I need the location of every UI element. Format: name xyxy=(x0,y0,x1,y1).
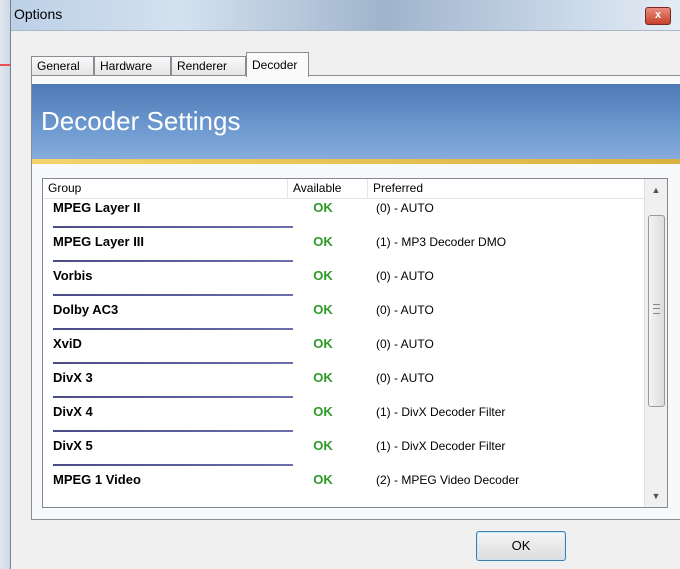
row-group: MPEG Layer III xyxy=(53,234,145,249)
scroll-down-icon[interactable]: ▼ xyxy=(645,487,667,505)
banner-accent-stripe xyxy=(32,159,680,164)
tab-general[interactable]: General xyxy=(31,56,94,76)
options-window: Options x General Hardware Renderer Deco… xyxy=(10,0,680,569)
row-preferred: (1) - DivX Decoder Filter xyxy=(376,405,506,419)
row-divider xyxy=(53,294,293,296)
column-header-available[interactable]: Available xyxy=(288,179,368,198)
row-preferred: (2) - MPEG Video Decoder xyxy=(376,473,520,487)
tab-hardware[interactable]: Hardware xyxy=(94,56,171,76)
grip-icon xyxy=(653,304,660,314)
row-available: OK xyxy=(313,472,333,487)
row-available: OK xyxy=(313,404,333,419)
row-group: Vorbis xyxy=(53,268,93,283)
close-icon[interactable]: x xyxy=(645,7,671,25)
row-available: OK xyxy=(313,302,333,317)
table-row[interactable]: Vorbis OK (0) - AUTO xyxy=(43,266,645,300)
row-preferred: (0) - AUTO xyxy=(376,371,434,385)
row-preferred: (0) - AUTO xyxy=(376,201,434,215)
row-group: DivX 3 xyxy=(53,370,93,385)
row-group: DivX 4 xyxy=(53,404,93,419)
row-group: MPEG Layer II xyxy=(53,200,141,215)
column-header-group[interactable]: Group xyxy=(43,179,288,198)
vertical-scrollbar[interactable]: ▲ ▼ xyxy=(644,179,667,507)
table-row[interactable]: DivX 5 OK (1) - DivX Decoder Filter xyxy=(43,436,645,470)
row-available: OK xyxy=(313,268,333,283)
row-group: Dolby AC3 xyxy=(53,302,119,317)
row-available: OK xyxy=(313,234,333,249)
desktop-edge xyxy=(0,0,10,569)
decoder-list[interactable]: Group Available Preferred MPEG Layer II … xyxy=(42,178,668,508)
table-row[interactable]: XviD OK (0) - AUTO xyxy=(43,334,645,368)
scroll-thumb[interactable] xyxy=(648,215,665,407)
row-divider xyxy=(53,464,293,466)
scroll-up-icon[interactable]: ▲ xyxy=(645,181,667,199)
table-row[interactable]: DivX 3 OK (0) - AUTO xyxy=(43,368,645,402)
tab-decoder[interactable]: Decoder xyxy=(246,52,309,77)
row-preferred: (0) - AUTO xyxy=(376,269,434,283)
row-available: OK xyxy=(313,200,333,215)
row-divider xyxy=(53,260,293,262)
row-preferred: (0) - AUTO xyxy=(376,303,434,317)
row-preferred: (0) - AUTO xyxy=(376,337,434,351)
row-divider xyxy=(53,362,293,364)
settings-banner: Decoder Settings xyxy=(32,84,680,159)
row-group: DivX 5 xyxy=(53,438,93,453)
row-available: OK xyxy=(313,370,333,385)
table-row[interactable]: Dolby AC3 OK (0) - AUTO xyxy=(43,300,645,334)
table-row[interactable]: DivX 4 OK (1) - DivX Decoder Filter xyxy=(43,402,645,436)
row-group: MPEG 1 Video xyxy=(53,472,141,487)
dialog-body: General Hardware Renderer Decoder Decode… xyxy=(11,31,680,569)
decoder-panel: Decoder Settings Group Available Preferr… xyxy=(31,75,680,520)
table-row[interactable]: MPEG 1 Video OK (2) - MPEG Video Decoder xyxy=(43,470,645,504)
row-divider xyxy=(53,430,293,432)
page-title: Decoder Settings xyxy=(41,106,241,136)
row-group: XviD xyxy=(53,336,82,351)
ok-button[interactable]: OK xyxy=(476,531,566,561)
table-row[interactable]: MPEG Layer II OK (0) - AUTO xyxy=(43,198,645,232)
table-row[interactable]: MPEG Layer III OK (1) - MP3 Decoder DMO xyxy=(43,232,645,266)
row-available: OK xyxy=(313,438,333,453)
row-divider xyxy=(53,328,293,330)
list-header: Group Available Preferred xyxy=(43,179,667,199)
row-preferred: (1) - MP3 Decoder DMO xyxy=(376,235,507,249)
column-header-preferred[interactable]: Preferred xyxy=(368,179,645,198)
row-preferred: (1) - DivX Decoder Filter xyxy=(376,439,506,453)
row-divider xyxy=(53,396,293,398)
row-divider xyxy=(53,226,293,228)
tab-renderer[interactable]: Renderer xyxy=(171,56,246,76)
title-bar[interactable]: Options x xyxy=(11,0,680,31)
row-available: OK xyxy=(313,336,333,351)
window-title: Options xyxy=(14,6,63,22)
